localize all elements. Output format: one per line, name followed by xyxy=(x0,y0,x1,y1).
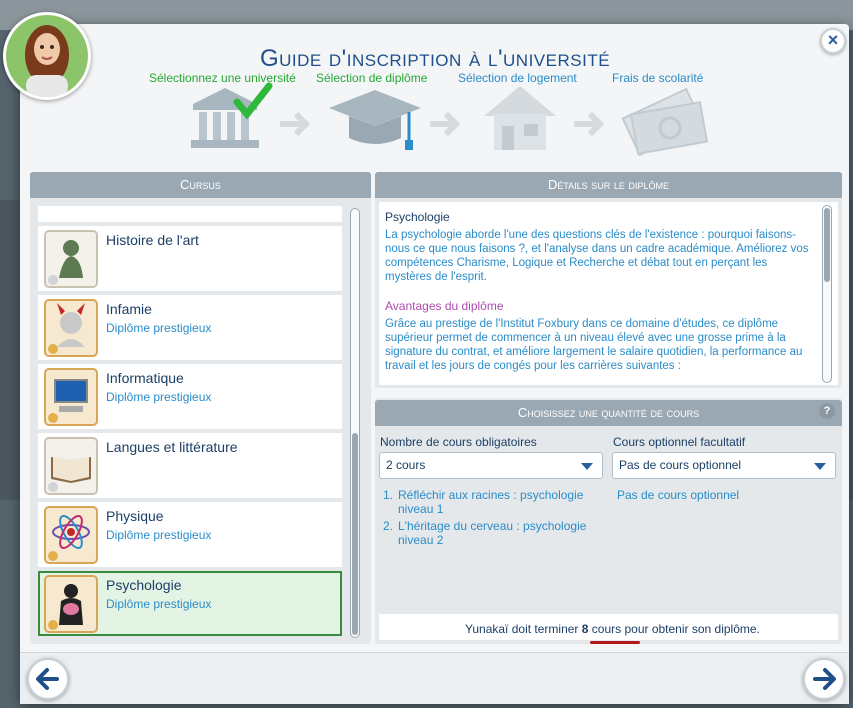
arrow-right-icon xyxy=(813,668,836,690)
house-icon xyxy=(484,86,556,150)
arrow-right-icon xyxy=(430,111,461,137)
chevron-down-icon xyxy=(814,463,826,470)
devil-icon xyxy=(44,299,98,357)
course-count: 8 xyxy=(581,622,589,636)
list-item-partial[interactable] xyxy=(38,206,342,222)
advantages-text: Grâce au prestige de l'Institut Foxbury … xyxy=(385,318,803,372)
back-button[interactable] xyxy=(27,658,69,700)
item-name: Histoire de l'art xyxy=(106,232,199,248)
details-header: Détails sur le diplôme xyxy=(375,172,842,198)
item-name: Psychologie xyxy=(106,577,182,593)
thinker-statue-icon xyxy=(44,230,98,288)
university-building-icon xyxy=(191,82,273,148)
course-count-underline xyxy=(590,641,640,644)
course-item: 1. Réfléchir aux racines : psychologie n… xyxy=(383,488,613,518)
item-subtitle: Diplôme prestigieux xyxy=(106,321,212,335)
course-name: Réfléchir aux racines : psychologie nive… xyxy=(398,488,584,516)
cursus-scroll-thumb[interactable] xyxy=(352,433,358,635)
atom-icon xyxy=(44,506,98,564)
list-item-languages[interactable]: Langues et littérature xyxy=(38,433,342,498)
course-number: 1. xyxy=(383,488,394,502)
brain-icon xyxy=(44,575,98,633)
item-name: Infamie xyxy=(106,301,152,317)
requirement-text: Yunakaï doit terminer 8 cours pour obten… xyxy=(465,622,760,636)
optional-course-label: Cours optionnel facultatif xyxy=(613,435,746,449)
cursus-header: Cursus xyxy=(30,172,371,198)
degree-title: Psychologie xyxy=(385,210,450,224)
money-icon xyxy=(621,87,709,157)
help-button[interactable]: ? xyxy=(819,403,835,419)
close-button[interactable]: × xyxy=(820,28,846,54)
advantages-title: Avantages du diplôme xyxy=(385,299,504,313)
item-name: Physique xyxy=(106,508,164,524)
item-subtitle: Diplôme prestigieux xyxy=(106,597,212,611)
details-scroll-thumb[interactable] xyxy=(824,208,830,282)
item-subtitle: Diplôme prestigieux xyxy=(106,528,212,542)
list-item-physics[interactable]: Physique Diplôme prestigieux xyxy=(38,502,342,567)
courses-header: Choisissez une quantité de cours xyxy=(375,400,842,426)
sim-avatar xyxy=(3,12,91,100)
sim-name: Yunakaï xyxy=(465,622,509,636)
text-after: cours pour obtenir son diplôme. xyxy=(591,622,760,636)
list-item-psychology[interactable]: Psychologie Diplôme prestigieux xyxy=(38,571,342,636)
optional-course-none: Pas de cours optionnel xyxy=(617,488,740,502)
item-name: Informatique xyxy=(106,370,184,386)
page-title: Guide d'inscription à l'université xyxy=(259,45,611,72)
item-subtitle: Diplôme prestigieux xyxy=(106,390,212,404)
cursus-scrollbar[interactable] xyxy=(350,208,360,638)
book-icon xyxy=(44,437,98,495)
text-before: doit terminer xyxy=(511,622,579,636)
optional-course-dropdown[interactable]: Pas de cours optionnel xyxy=(612,452,836,479)
next-button[interactable] xyxy=(803,658,845,700)
item-name: Langues et littérature xyxy=(106,439,238,455)
course-number: 2. xyxy=(383,519,394,533)
details-scrollbar[interactable] xyxy=(822,205,832,383)
arrow-right-icon xyxy=(280,111,311,137)
required-courses-dropdown[interactable]: 2 cours xyxy=(379,452,603,479)
dropdown-value: Pas de cours optionnel xyxy=(619,458,742,472)
list-item-infamy[interactable]: Infamie Diplôme prestigieux xyxy=(38,295,342,360)
bottom-bar xyxy=(20,652,849,704)
list-item-art-history[interactable]: Histoire de l'art xyxy=(38,226,342,291)
required-courses-label: Nombre de cours obligatoires xyxy=(380,435,537,449)
arrow-right-icon xyxy=(574,111,605,137)
list-item-computer-science[interactable]: Informatique Diplôme prestigieux xyxy=(38,364,342,429)
course-item: 2. L'héritage du cerveau : psychologie n… xyxy=(383,519,613,549)
dropdown-value: 2 cours xyxy=(386,458,426,472)
degree-description: La psychologie aborde l'une des question… xyxy=(385,229,809,283)
arrow-left-icon xyxy=(36,668,59,690)
computer-icon xyxy=(44,368,98,426)
course-name: L'héritage du cerveau : psychologie nive… xyxy=(398,519,587,547)
chevron-down-icon xyxy=(581,463,593,470)
graduation-cap-icon xyxy=(329,90,421,150)
